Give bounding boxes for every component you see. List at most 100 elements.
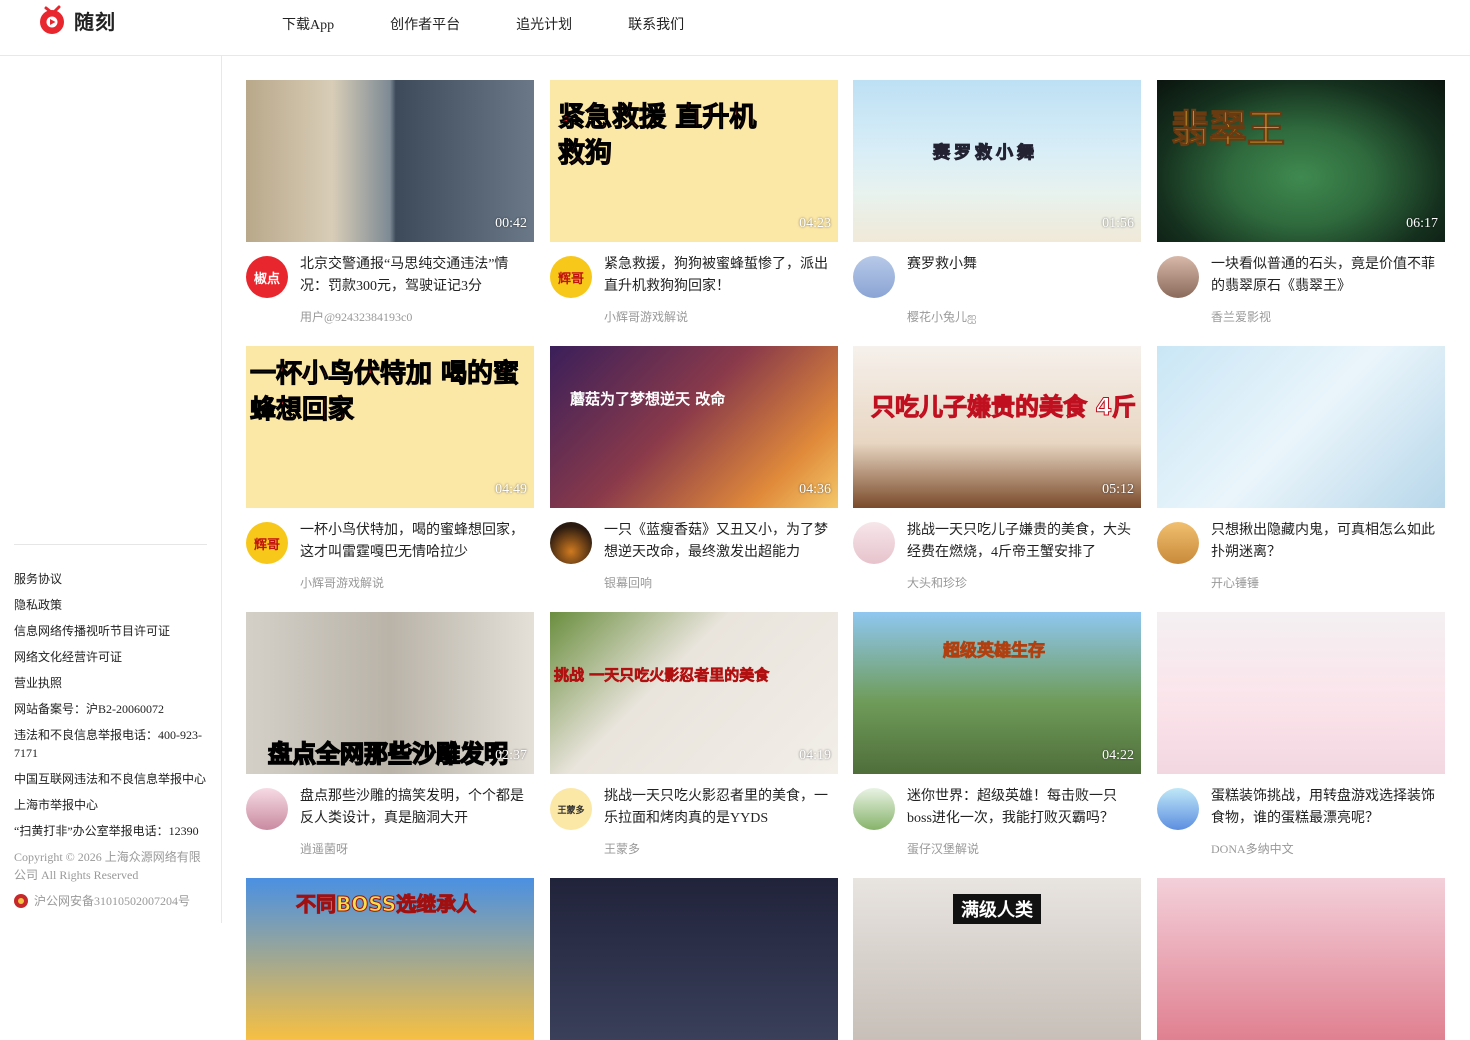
video-card[interactable]: 蛋糕装饰挑战，用转盘游戏选择装饰食物，谁的蛋糕最漂亮呢？ DONA多纳中文	[1157, 612, 1445, 874]
video-card[interactable]: 紧急救援 直升机救狗 04:23 辉哥 紧急救援，狗狗被蜜蜂蜇惨了，派出直升机救狗狗回…	[550, 80, 838, 342]
police-record[interactable]: 沪公网安备31010502007204号	[14, 892, 210, 909]
video-card[interactable]: 赛罗救小舞 01:56 赛罗救小舞 樱花小兔儿ஐ	[853, 80, 1141, 342]
author-name[interactable]: 小辉哥游戏解说	[300, 574, 384, 591]
video-card[interactable]	[1157, 878, 1445, 1040]
author-name[interactable]: 逍遥菌呀	[300, 840, 348, 857]
link-shanghai-report-center[interactable]: 上海市举报中心	[14, 796, 210, 814]
author-name[interactable]: 大头和珍珍	[907, 574, 967, 591]
author-name[interactable]: 王蒙多	[604, 840, 640, 857]
video-thumbnail[interactable]: 00:42	[246, 80, 534, 242]
link-icp-record[interactable]: 网站备案号：沪B2-20060072	[14, 700, 210, 718]
video-thumbnail[interactable]	[1157, 878, 1445, 1040]
author-name[interactable]: 小辉哥游戏解说	[604, 308, 688, 325]
nav-download-app[interactable]: 下载App	[282, 14, 334, 34]
author-avatar[interactable]	[550, 522, 592, 564]
link-business-license[interactable]: 营业执照	[14, 674, 210, 692]
video-card[interactable]: 超级英雄生存 04:22 迷你世界：超级英雄！每击败一只boss进化一次，我能打败灭…	[853, 612, 1141, 874]
video-card[interactable]: 挑战 一天只吃火影忍者里的美食 04:19 王蒙多 挑战一天只吃火影忍者里的美食，一乐…	[550, 612, 838, 874]
author-name[interactable]: 银幕回响	[604, 574, 652, 591]
author-name[interactable]: DONA多纳中文	[1211, 840, 1294, 857]
author-name[interactable]: 用户@92432384193c0	[300, 308, 412, 325]
link-service-agreement[interactable]: 服务协议	[14, 570, 210, 588]
video-meta: 盘点那些沙雕的搞笑发明，个个都是反人类设计，真是脑洞大开逍遥菌呀	[246, 774, 534, 874]
author-avatar[interactable]	[853, 522, 895, 564]
video-card[interactable]: 一杯小鸟伏特加 喝的蜜蜂想回家 04:49 辉哥 一杯小鸟伏特加，喝的蜜蜂想回家，这才…	[246, 346, 534, 608]
link-privacy-policy[interactable]: 隐私政策	[14, 596, 210, 614]
video-thumbnail[interactable]	[1157, 346, 1445, 508]
video-title[interactable]: 迷你世界：超级英雄！每击败一只boss进化一次，我能打败灭霸吗？	[907, 786, 1139, 830]
video-thumbnail[interactable]: 只吃儿子嫌贵的美食 4斤帝王蟹 05:12	[853, 346, 1141, 508]
video-card[interactable]: 只想揪出隐藏内鬼，可真相怎么如此扑朔迷离？ 开心锤锤	[1157, 346, 1445, 608]
video-card[interactable]: 00:42 椒点 北京交警通报“马思纯交通违法”情况：罚款300元，驾驶证记3分用户…	[246, 80, 534, 342]
video-thumbnail[interactable]: 挑战 一天只吃火影忍者里的美食 04:19	[550, 612, 838, 774]
author-avatar[interactable]: 辉哥	[550, 256, 592, 298]
video-card[interactable]: 不同BOSS选继承人	[246, 878, 534, 1040]
nav-creator-platform[interactable]: 创作者平台	[390, 14, 460, 34]
brand-logo[interactable]: 随刻	[38, 5, 116, 35]
video-title[interactable]: 赛罗救小舞	[907, 254, 1139, 276]
video-title[interactable]: 紧急救援，狗狗被蜜蜂蜇惨了，派出直升机救狗狗回家！	[604, 254, 836, 298]
author-avatar[interactable]	[246, 788, 288, 830]
video-meta: 王蒙多 挑战一天只吃火影忍者里的美食，一乐拉面和烤肉真的是YYDS 王蒙多	[550, 774, 838, 874]
video-thumbnail[interactable]: 赛罗救小舞 01:56	[853, 80, 1141, 242]
thumbnail-caption: 翡翠王	[1170, 107, 1286, 152]
video-thumbnail[interactable]: 紧急救援 直升机救狗 04:23	[550, 80, 838, 242]
video-card[interactable]	[550, 878, 838, 1040]
video-title[interactable]: 蛋糕装饰挑战，用转盘游戏选择装饰食物，谁的蛋糕最漂亮呢？	[1211, 786, 1443, 830]
video-thumbnail[interactable]: 蘑菇为了梦想逆天 改命 04:36	[550, 346, 838, 508]
video-thumbnail[interactable]: 不同BOSS选继承人	[246, 878, 534, 1040]
video-title[interactable]: 只想揪出隐藏内鬼，可真相怎么如此扑朔迷离？	[1211, 520, 1443, 564]
video-duration: 04:49	[495, 482, 527, 497]
video-card[interactable]: 盘点全网那些沙雕发明 02:37 盘点那些沙雕的搞笑发明，个个都是反人类设计，真是脑…	[246, 612, 534, 874]
video-title[interactable]: 挑战一天只吃儿子嫌贵的美食，大头经费在燃烧，4斤帝王蟹安排了	[907, 520, 1139, 564]
video-title[interactable]: 挑战一天只吃火影忍者里的美食，一乐拉面和烤肉真的是YYDS	[604, 786, 836, 830]
video-card[interactable]: 满级人类	[853, 878, 1141, 1040]
thumbnail-caption: 蘑菇为了梦想逆天 改命	[570, 390, 726, 408]
video-thumbnail[interactable]: 一杯小鸟伏特加 喝的蜜蜂想回家 04:49	[246, 346, 534, 508]
author-name[interactable]: 蛋仔汉堡解说	[907, 840, 979, 857]
thumbnail-caption: 盘点全网那些沙雕发明	[267, 739, 509, 769]
video-card[interactable]: 翡翠王 06:17 一块看似普通的石头，竟是价值不菲的翡翠原石《翡翠王》香兰爱影视	[1157, 80, 1445, 342]
video-title[interactable]: 一只《蓝瘦香菇》又丑又小，为了梦想逆天改命，最终激发出超能力	[604, 520, 836, 564]
link-anti-porn-phone[interactable]: “扫黄打非”办公室举报电话：12390	[14, 822, 210, 840]
author-avatar[interactable]	[853, 788, 895, 830]
author-name[interactable]: 樱花小兔儿ஐ	[907, 308, 977, 326]
video-thumbnail[interactable]: 翡翠王 06:17	[1157, 80, 1445, 242]
video-duration: 06:17	[1406, 216, 1438, 231]
video-meta: 一块看似普通的石头，竟是价值不菲的翡翠原石《翡翠王》香兰爱影视	[1157, 242, 1445, 342]
thumbnail-caption: 一杯小鸟伏特加 喝的蜜蜂想回家	[250, 359, 520, 426]
video-meta: 辉哥 紧急救援，狗狗被蜜蜂蜇惨了，派出直升机救狗狗回家！ 小辉哥游戏解说	[550, 242, 838, 342]
author-avatar[interactable]: 辉哥	[246, 522, 288, 564]
video-title[interactable]: 一块看似普通的石头，竟是价值不菲的翡翠原石《翡翠王》	[1211, 254, 1443, 298]
link-china-report-center[interactable]: 中国互联网违法和不良信息举报中心	[14, 770, 210, 788]
video-card[interactable]: 蘑菇为了梦想逆天 改命 04:36 一只《蓝瘦香菇》又丑又小，为了梦想逆天改命，最终…	[550, 346, 838, 608]
video-thumbnail[interactable]	[1157, 612, 1445, 774]
sidebar-divider	[14, 544, 207, 545]
video-title[interactable]: 一杯小鸟伏特加，喝的蜜蜂想回家，这才叫雷霆嘎巴无情哈拉少	[300, 520, 532, 564]
author-name[interactable]: 开心锤锤	[1211, 574, 1259, 591]
video-thumbnail[interactable]	[550, 878, 838, 1040]
link-report-phone[interactable]: 违法和不良信息举报电话：400-923-7171	[14, 726, 210, 762]
nav-light-chasing-plan[interactable]: 追光计划	[516, 14, 572, 34]
author-avatar[interactable]	[1157, 788, 1199, 830]
author-avatar[interactable]	[853, 256, 895, 298]
video-thumbnail[interactable]: 满级人类	[853, 878, 1141, 1040]
author-avatar[interactable]	[1157, 522, 1199, 564]
thumbnail-caption: 赛罗救小舞	[933, 143, 1038, 164]
top-header: 随刻 下载App 创作者平台 追光计划 联系我们	[0, 0, 1470, 56]
video-duration: 04:23	[799, 216, 831, 231]
video-thumbnail[interactable]: 盘点全网那些沙雕发明 02:37	[246, 612, 534, 774]
author-name[interactable]: 香兰爱影视	[1211, 308, 1271, 325]
author-avatar[interactable]: 椒点	[246, 256, 288, 298]
author-avatar[interactable]	[1157, 256, 1199, 298]
video-title[interactable]: 盘点那些沙雕的搞笑发明，个个都是反人类设计，真是脑洞大开	[300, 786, 532, 830]
video-duration: 05:12	[1102, 482, 1134, 497]
nav-contact-us[interactable]: 联系我们	[628, 14, 684, 34]
author-avatar[interactable]: 王蒙多	[550, 788, 592, 830]
video-title[interactable]: 北京交警通报“马思纯交通违法”情况：罚款300元，驾驶证记3分	[300, 254, 532, 298]
video-thumbnail[interactable]: 超级英雄生存 04:22	[853, 612, 1141, 774]
video-duration: 00:42	[495, 216, 527, 231]
video-card[interactable]: 只吃儿子嫌贵的美食 4斤帝王蟹 05:12 挑战一天只吃儿子嫌贵的美食，大头经费在燃…	[853, 346, 1141, 608]
link-culture-license[interactable]: 网络文化经营许可证	[14, 648, 210, 666]
link-av-license[interactable]: 信息网络传播视听节目许可证	[14, 622, 210, 640]
